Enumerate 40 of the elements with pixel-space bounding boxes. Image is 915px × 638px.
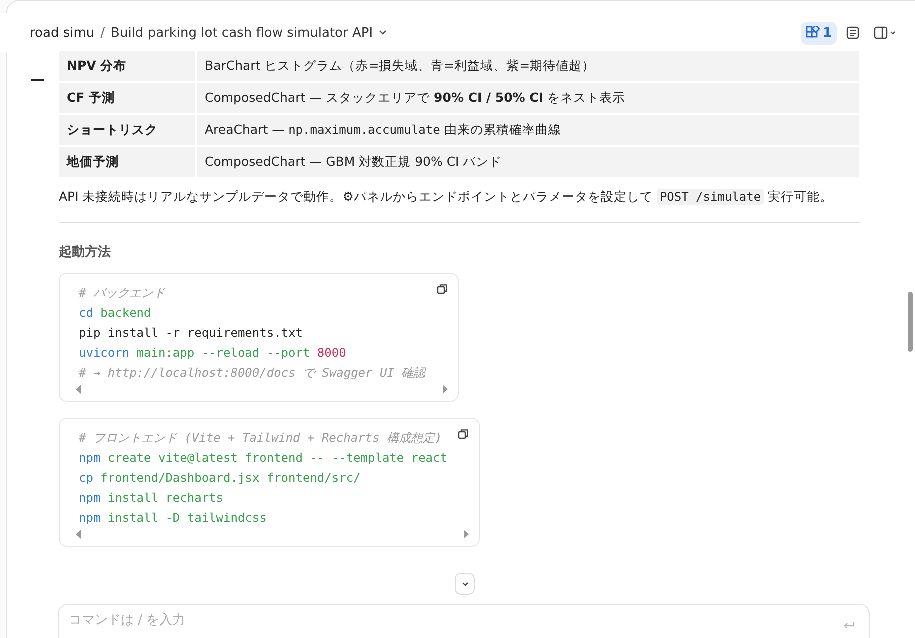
code-line: # → http://localhost:8000/docs で Swagger UI 確認 — [79, 365, 426, 382]
table-cell: ComposedChart — GBM 対数正規 90% CI バンド — [197, 147, 859, 177]
copy-icon[interactable] — [458, 429, 470, 440]
section-heading: 起動方法 — [59, 244, 112, 261]
code-line: # バックエンド — [79, 285, 166, 302]
code-line: npm create vite@latest frontend -- --template react — [79, 450, 448, 467]
scroll-left-icon[interactable] — [76, 384, 81, 394]
code-line: cd backend — [79, 305, 152, 322]
table-cell: ショートリスク — [59, 115, 195, 145]
code-line: cp frontend/Dashboard.jsx frontend/src/ — [79, 470, 361, 487]
scroll-right-icon[interactable] — [442, 384, 448, 394]
sidebar-icon — [874, 26, 898, 40]
command-input-field[interactable]: コマンドは / を入力 — [58, 604, 870, 638]
code-line: uvicorn main:app --reload --port 8000 — [79, 345, 346, 362]
copy-icon[interactable] — [436, 284, 448, 295]
table-cell: ComposedChart — スタックエリアで 90% CI / 50% CI をネスト表示 — [197, 83, 859, 113]
chevron-down-icon — [462, 582, 468, 586]
code-line: npm install -D tailwindcss — [79, 510, 267, 527]
breadcrumb-separator: / — [100, 26, 106, 40]
document-icon — [846, 26, 860, 40]
note-paragraph: API 未接続時はリアルなサンプルデータで動作。⚙パネルからエンドポイントとパラメータを設定して POST /simulate 実行可能。 — [59, 189, 834, 206]
enter-icon[interactable] — [843, 621, 855, 631]
table-cell: AreaChart — np.maximum.accumulate 由来の累積確率曲線 — [197, 115, 859, 145]
artifacts-button[interactable]: 1 — [800, 22, 837, 44]
scroll-down-button[interactable] — [455, 573, 475, 595]
code-line: npm install recharts — [79, 490, 224, 507]
project-name[interactable]: road simu — [30, 26, 95, 40]
table-cell: CF 予測 — [59, 83, 195, 113]
code-line: # フロントエンド (Vite + Tailwind + Recharts 構成想定) — [79, 430, 442, 447]
dash-mark — [31, 79, 44, 81]
chevron-down-icon — [379, 30, 388, 36]
table-cell: BarChart ヒストグラム（赤=損失域、青=利益域、紫=期待値超） — [197, 51, 859, 81]
chat-title-button[interactable]: Build parking lot cash flow simulator API — [111, 26, 388, 40]
table-cell: 地価予測 — [59, 147, 195, 177]
scroll-right-icon[interactable] — [464, 530, 470, 538]
code-line: pip install -r requirements.txt — [79, 325, 303, 342]
table-cell: NPV 分布 — [59, 51, 195, 81]
scrollbar-thumb[interactable] — [908, 292, 913, 352]
scroll-left-icon[interactable] — [76, 530, 81, 538]
blocks-icon — [806, 26, 820, 40]
